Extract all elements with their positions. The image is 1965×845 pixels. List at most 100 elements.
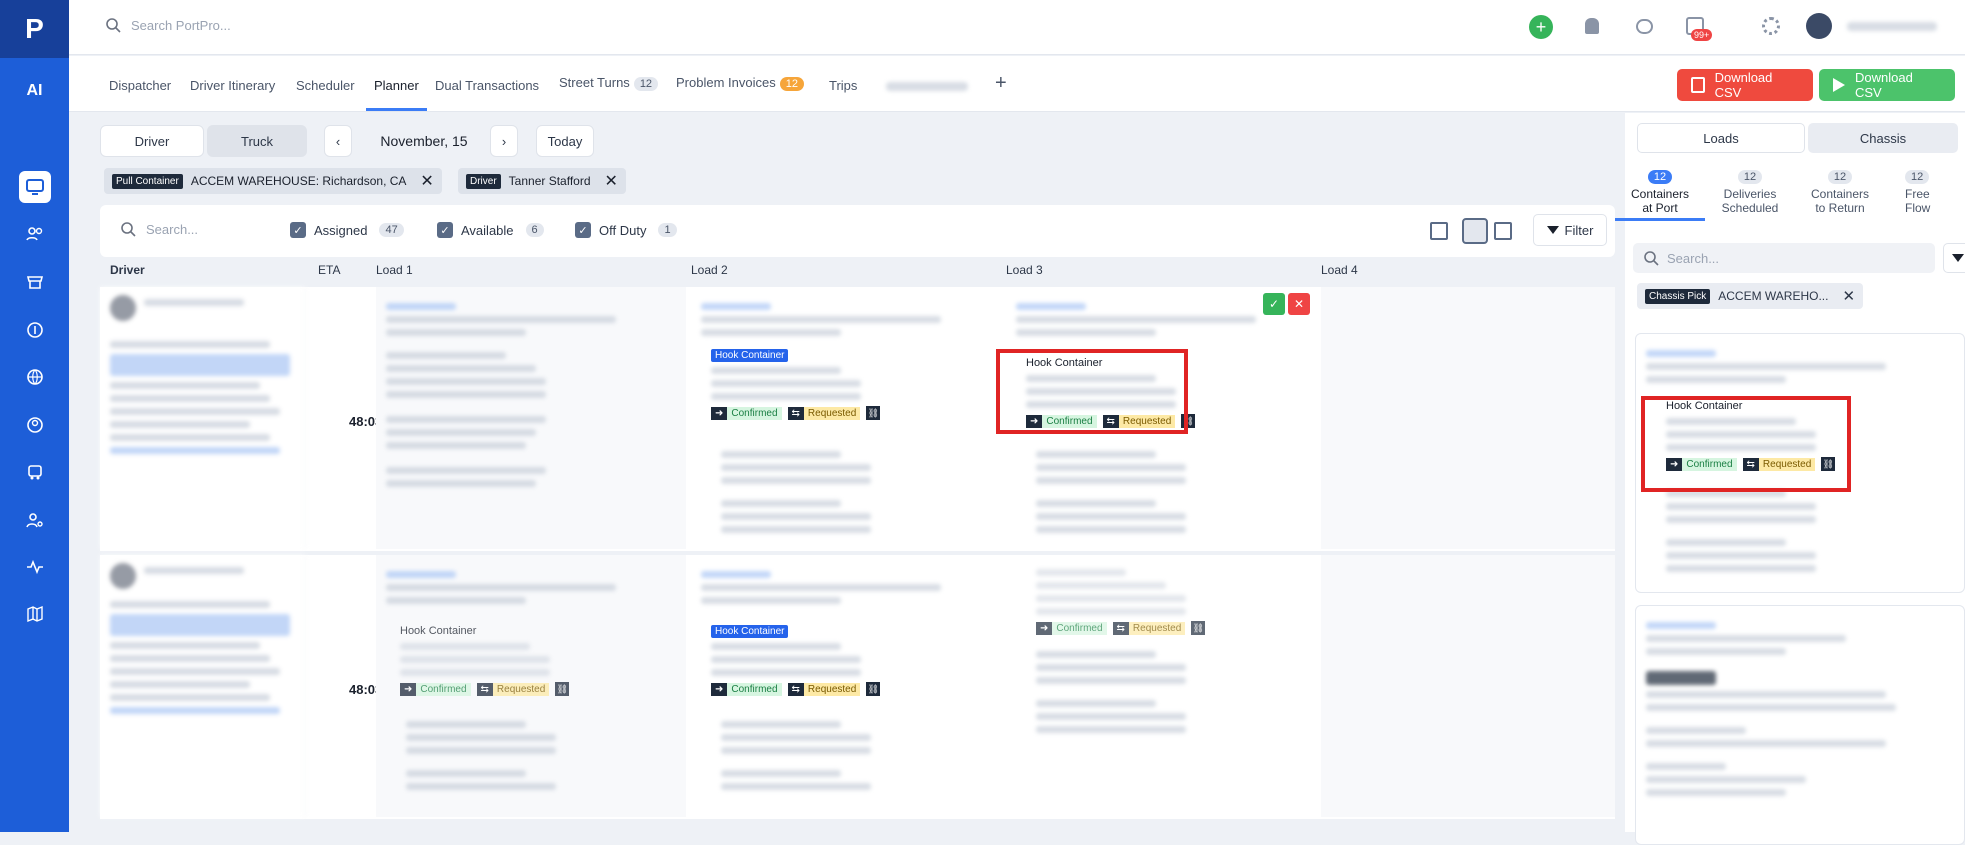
chip-tag: Chassis Pick <box>1645 288 1711 304</box>
users-icon[interactable] <box>19 218 51 250</box>
tab-blurred[interactable] <box>886 82 968 91</box>
tab-planner[interactable]: Planner <box>366 78 427 111</box>
next-date-button[interactable]: › <box>490 125 518 157</box>
filter-chip-pull-container: Pull Container ACCEM WAREHOUSE: Richards… <box>104 168 442 194</box>
user-name-blurred[interactable] <box>1847 22 1937 31</box>
bell-icon[interactable] <box>1585 18 1599 34</box>
chassis-tab[interactable]: Chassis <box>1808 123 1958 153</box>
load3-cell[interactable]: ➜ Confirmed ⇆ Requested ⛓ <box>1006 555 1316 817</box>
global-search[interactable]: Search PortPro... <box>105 17 231 33</box>
today-button[interactable]: Today <box>536 125 594 157</box>
search-placeholder[interactable]: Search PortPro... <box>131 18 231 33</box>
move-hook-container[interactable]: Hook Container ➜ Confirmed ⇆ Requested ⛓ <box>711 349 881 420</box>
col-load1[interactable]: Load 1 <box>376 263 413 277</box>
view-truck-button[interactable]: Truck <box>207 125 307 157</box>
tab-dual-transactions[interactable]: Dual Transactions <box>435 78 539 93</box>
tab-trips[interactable]: Trips <box>829 78 857 93</box>
link-icon[interactable]: ⛓ <box>1191 621 1206 635</box>
truck-icon[interactable] <box>19 456 51 488</box>
billing-icon[interactable] <box>19 314 51 346</box>
tab-containers-at-port[interactable]: 12 Containers at Port <box>1615 169 1705 221</box>
download-csv-green-button[interactable]: Download CSV <box>1819 69 1955 101</box>
add-tab-icon[interactable]: + <box>995 72 1007 95</box>
col-load2[interactable]: Load 2 <box>691 263 728 277</box>
funnel-icon <box>1546 226 1559 234</box>
globe-icon[interactable] <box>19 361 51 393</box>
panel-search[interactable]: Search... <box>1633 243 1935 273</box>
chip-tag: Driver <box>466 173 501 189</box>
chip-tag: Pull Container <box>112 173 183 189</box>
tab-free-flow[interactable]: 12 Free Flow <box>1885 169 1965 215</box>
profile-icon[interactable] <box>19 409 51 441</box>
requested-badge[interactable]: ⇆ Requested <box>476 682 550 696</box>
avatar[interactable] <box>1806 13 1832 39</box>
load-card[interactable] <box>1635 605 1965 845</box>
available-checkbox[interactable]: ✓ Available 6 <box>437 222 544 238</box>
chip-value: ACCEM WAREHOUSE: Richardson, CA <box>190 174 407 188</box>
tab-street-turns[interactable]: Street Turns 12 <box>559 75 659 91</box>
sidebar: P AI <box>0 0 69 832</box>
tab-deliveries-scheduled[interactable]: 12 Deliveries Scheduled <box>1705 169 1795 215</box>
close-icon[interactable]: ✕ <box>605 171 618 191</box>
compact-view-icon[interactable] <box>1494 222 1512 240</box>
user-settings-icon[interactable] <box>19 504 51 536</box>
confirmed-badge[interactable]: ➜ Confirmed <box>711 682 782 696</box>
move-hook-container[interactable]: ➜ Confirmed ⇆ Requested ⛓ <box>1036 563 1206 635</box>
activity-icon[interactable] <box>19 551 51 583</box>
store-icon[interactable] <box>19 266 51 298</box>
offduty-checkbox[interactable]: ✓ Off Duty 1 <box>575 222 677 238</box>
driver-card[interactable] <box>100 555 306 817</box>
requested-badge[interactable]: ⇆ Requested <box>787 682 861 696</box>
col-driver[interactable]: Driver <box>110 263 145 277</box>
grid-view-icon[interactable] <box>1430 222 1448 240</box>
confirmed-badge[interactable]: ➜ Confirmed <box>711 406 782 420</box>
load2-cell[interactable]: Hook Container ➜ Confirmed ⇆ Requested ⛓ <box>691 287 1001 549</box>
tab-dispatcher[interactable]: Dispatcher <box>109 78 171 93</box>
move-hook-container[interactable]: Hook Container ➜ Confirmed ⇆ Requested ⛓ <box>400 625 570 696</box>
confirmed-badge[interactable]: ➜ Confirmed <box>400 682 471 696</box>
col-load4[interactable]: Load 4 <box>1321 263 1358 277</box>
loads-tab[interactable]: Loads <box>1637 123 1805 153</box>
load4-cell[interactable] <box>1321 555 1615 817</box>
close-icon[interactable]: ✕ <box>420 171 433 191</box>
col-load3[interactable]: Load 3 <box>1006 263 1043 277</box>
download-csv-red-button[interactable]: Download CSV <box>1677 69 1813 101</box>
confirmed-badge[interactable]: ➜ Confirmed <box>1036 621 1107 635</box>
requested-badge[interactable]: ⇆ Requested <box>787 406 861 420</box>
move-hook-container[interactable]: Hook Container ➜ Confirmed ⇆ Requested ⛓ <box>711 625 881 696</box>
link-icon[interactable]: ⛓ <box>555 682 570 696</box>
list-view-icon[interactable] <box>1462 218 1488 244</box>
gear-icon[interactable] <box>1762 17 1780 35</box>
assigned-checkbox[interactable]: ✓ Assigned 47 <box>290 222 404 238</box>
ai-button[interactable]: AI <box>0 82 69 100</box>
tab-scheduler[interactable]: Scheduler <box>296 78 355 93</box>
col-eta[interactable]: ETA <box>318 263 340 277</box>
load4-cell[interactable] <box>1321 287 1615 549</box>
chat-icon[interactable] <box>1636 19 1653 34</box>
confirm-check-button[interactable]: ✓ <box>1263 293 1285 315</box>
add-icon[interactable]: + <box>1529 15 1553 39</box>
check-icon: ✓ <box>290 222 306 238</box>
requested-badge[interactable]: ⇆ Requested <box>1112 621 1186 635</box>
view-driver-button[interactable]: Driver <box>100 125 204 157</box>
map-icon[interactable] <box>19 598 51 630</box>
tab-problem-invoices[interactable]: Problem Invoices 12 <box>676 75 804 91</box>
monitor-icon[interactable] <box>19 171 51 203</box>
tab-containers-to-return[interactable]: 12 Containers to Return <box>1795 169 1885 215</box>
panel-filter-button[interactable] <box>1943 243 1965 273</box>
search-icon <box>121 222 136 237</box>
close-icon[interactable]: ✕ <box>1842 287 1855 305</box>
link-icon[interactable]: ⛓ <box>866 682 881 696</box>
tab-driver-itinerary[interactable]: Driver Itinerary <box>190 78 275 93</box>
reject-x-button[interactable]: ✕ <box>1288 293 1310 315</box>
driver-card[interactable] <box>100 287 306 549</box>
prev-date-button[interactable]: ‹ <box>324 125 352 157</box>
load1-cell[interactable]: Hook Container ➜ Confirmed ⇆ Requested ⛓ <box>376 555 686 817</box>
portpro-logo[interactable]: P <box>0 0 69 58</box>
load1-cell[interactable] <box>376 287 686 549</box>
planner-search[interactable]: Search... <box>120 221 198 237</box>
highlight-box <box>1641 396 1851 492</box>
load2-cell[interactable]: Hook Container ➜ Confirmed ⇆ Requested ⛓ <box>691 555 1001 817</box>
filter-button[interactable]: Filter <box>1533 214 1607 246</box>
link-icon[interactable]: ⛓ <box>866 406 881 420</box>
